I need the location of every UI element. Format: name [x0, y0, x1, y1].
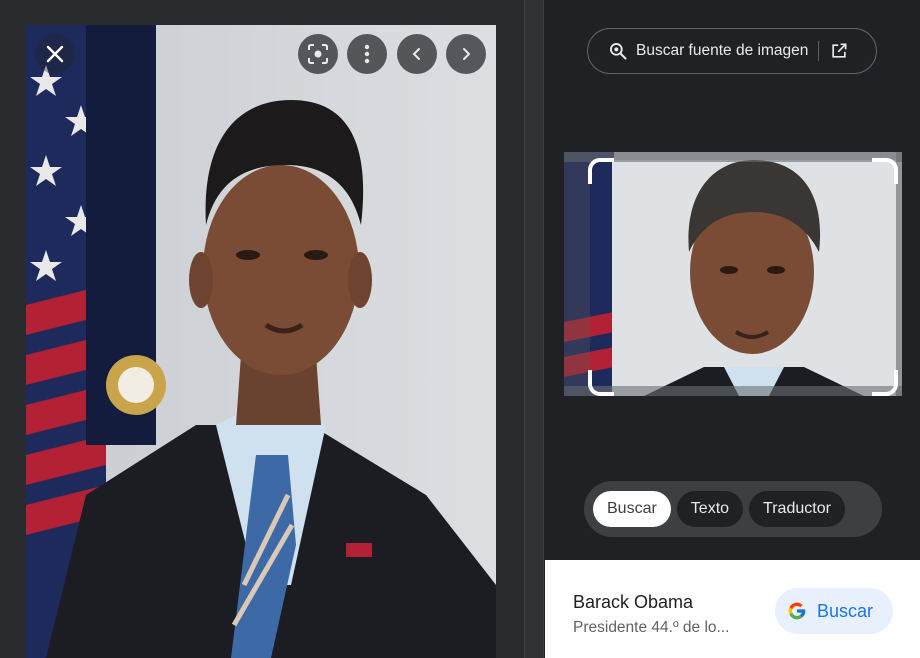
portrait-photo: [26, 25, 496, 658]
previous-button[interactable]: [397, 34, 437, 74]
crop-handle-bottom-left[interactable]: [588, 370, 614, 396]
crop-handle-top-left[interactable]: [588, 158, 614, 184]
close-button[interactable]: [35, 34, 75, 74]
cropped-face-preview: [564, 152, 902, 396]
next-button[interactable]: [446, 34, 486, 74]
lens-mode-selector: Buscar Texto Traductor: [584, 481, 882, 537]
google-search-button[interactable]: Buscar: [775, 588, 893, 634]
more-vert-icon: [364, 44, 370, 64]
lens-button[interactable]: [298, 34, 338, 74]
chevron-left-icon: [412, 48, 420, 60]
lens-crop-region[interactable]: [564, 152, 902, 396]
result-card[interactable]: Barack Obama Presidente 44.º de lo... Bu…: [545, 560, 920, 658]
find-image-source-label: Buscar fuente de imagen: [636, 42, 809, 59]
image-search-icon: [610, 43, 627, 60]
result-title: Barack Obama: [573, 592, 694, 612]
close-icon: [46, 45, 64, 63]
open-in-new-tab-button[interactable]: [829, 41, 849, 61]
mode-chip-translate[interactable]: Traductor: [749, 491, 845, 527]
crop-handle-bottom-right[interactable]: [872, 370, 898, 396]
google-g-icon: [787, 601, 807, 621]
crop-handle-top-right[interactable]: [872, 158, 898, 184]
lens-icon: [308, 44, 328, 64]
google-search-label: Buscar: [817, 600, 874, 621]
result-subtitle: Presidente 44.º de lo...: [573, 619, 730, 636]
lens-panel: Buscar fuente de imagen Buscar Texto Tra…: [545, 0, 920, 658]
find-image-source-button[interactable]: Buscar fuente de imagen: [587, 28, 877, 74]
divider: [818, 41, 820, 61]
more-options-button[interactable]: [347, 34, 387, 74]
mode-chip-text[interactable]: Texto: [676, 491, 744, 527]
portrait-illustration: [26, 25, 496, 658]
chevron-right-icon: [463, 48, 471, 60]
open-in-new-icon: [832, 43, 847, 58]
mode-chip-search[interactable]: Buscar: [593, 491, 671, 527]
image-viewer: [0, 0, 524, 658]
panel-resize-handle[interactable]: [524, 0, 544, 658]
